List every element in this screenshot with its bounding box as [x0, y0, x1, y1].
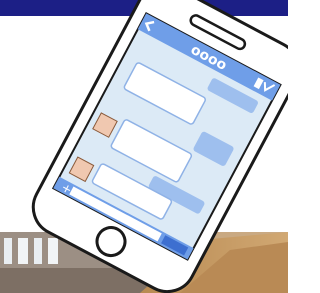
smartphone: oooo +	[31, 0, 288, 293]
phone-illustration: oooo +	[31, 0, 288, 293]
